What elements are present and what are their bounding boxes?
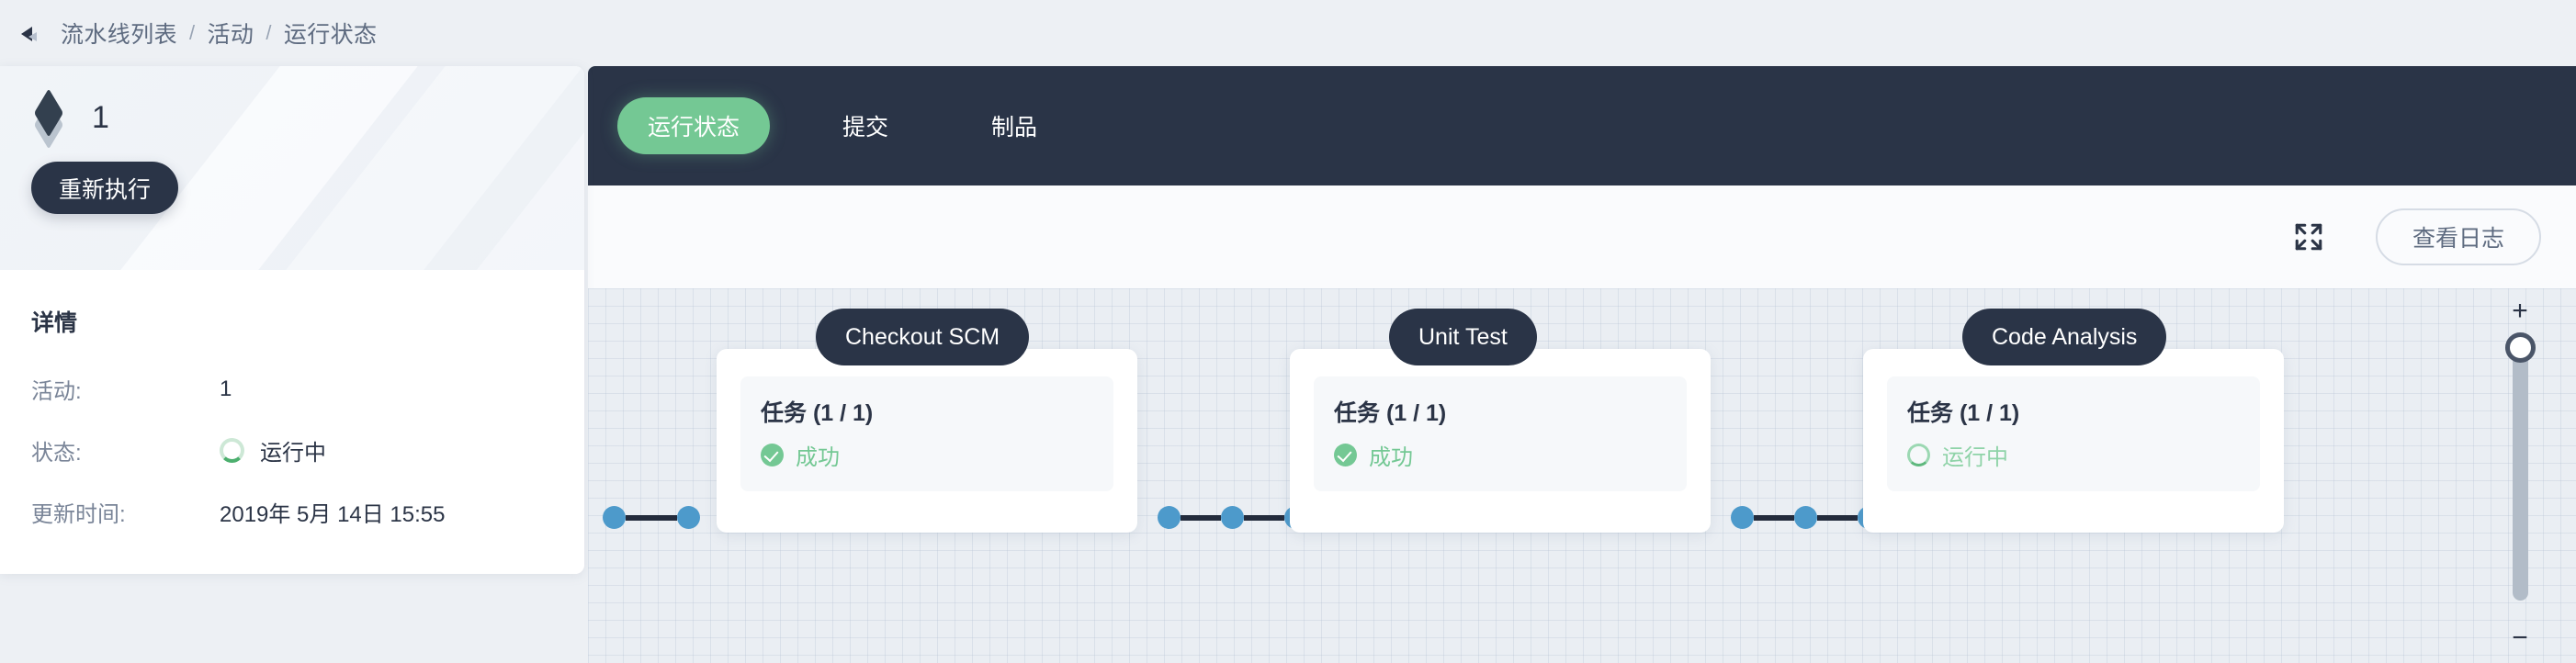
details-heading: 详情 — [31, 310, 78, 336]
summary-card-body: 详情 活动: 1 状态: 运行中 更新时间: 2019年 5月 14日 15:5… — [0, 270, 584, 574]
stage-label[interactable]: Checkout SCM — [816, 309, 1030, 365]
zoom-slider-track[interactable] — [2504, 332, 2536, 601]
tab-artifacts[interactable]: 制品 — [961, 97, 1068, 154]
job-status-text: 成功 — [1369, 445, 1413, 470]
detail-value-status: 运行中 — [260, 441, 326, 466]
detail-label-updated-time: 更新时间: — [31, 502, 126, 527]
layers-icon-top — [34, 88, 63, 138]
expand-fullscreen-icon[interactable] — [2293, 221, 2324, 253]
detail-value-status-wrap: 运行中 — [220, 434, 326, 466]
check-circle-icon — [1334, 444, 1357, 466]
job-status: 运行中 — [1907, 439, 2240, 471]
stage-label[interactable]: Unit Test — [1389, 309, 1537, 365]
pipeline-stage-code-analysis: Code Analysis 任务 (1 / 1) 运行中 — [1863, 309, 2284, 533]
connector-stage1-stage2 — [1158, 506, 1307, 529]
view-log-button[interactable]: 查看日志 — [2375, 208, 2541, 265]
stage-label[interactable]: Code Analysis — [1962, 309, 2167, 365]
breadcrumb-item-run-status[interactable]: 运行状态 — [284, 17, 378, 50]
stage-card[interactable]: 任务 (1 / 1) 运行中 — [1863, 349, 2284, 533]
job-status: 成功 — [1334, 439, 1666, 471]
layers-icon — [31, 88, 72, 150]
detail-label-activity: 活动: — [31, 379, 82, 404]
rerun-button[interactable]: 重新执行 — [31, 162, 179, 214]
main-layout: 1 重新执行 详情 活动: 1 状态: 运行中 更新时间: 2019年 5月 1… — [0, 66, 2576, 663]
detail-value-activity: 1 — [220, 376, 232, 401]
connector-line — [626, 514, 677, 521]
tab-run-status[interactable]: 运行状态 — [617, 97, 771, 154]
job-title: 任务 (1 / 1) — [761, 400, 874, 426]
back-arrow-tail — [28, 32, 37, 41]
breadcrumb-separator: / — [266, 21, 272, 44]
connector-dot — [603, 506, 626, 529]
breadcrumb-item-activity[interactable]: 活动 — [208, 17, 254, 50]
connector-start — [603, 506, 700, 529]
running-spinner-icon — [1907, 444, 1930, 466]
graph-toolbar: 查看日志 — [588, 185, 2576, 288]
zoom-out-button[interactable]: − — [2512, 624, 2528, 652]
connector-dot — [1158, 506, 1181, 529]
breadcrumb: 流水线列表 / 活动 / 运行状态 — [61, 17, 377, 50]
job-box[interactable]: 任务 (1 / 1) 运行中 — [1887, 376, 2260, 491]
connector-stage2-stage3 — [1731, 506, 1881, 529]
sidebar-column: 1 重新执行 详情 活动: 1 状态: 运行中 更新时间: 2019年 5月 1… — [0, 66, 588, 663]
connector-line — [1181, 514, 1221, 521]
job-box[interactable]: 任务 (1 / 1) 成功 — [1314, 376, 1687, 491]
tab-commits[interactable]: 提交 — [812, 97, 919, 154]
summary-card-header: 1 重新执行 — [0, 66, 584, 270]
pipeline-stage-checkout-scm: Checkout SCM 任务 (1 / 1) 成功 — [717, 309, 1137, 533]
stage-card[interactable]: 任务 (1 / 1) 成功 — [1290, 349, 1711, 533]
page-title: 1 — [92, 99, 109, 135]
stage-card[interactable]: 任务 (1 / 1) 成功 — [717, 349, 1137, 533]
detail-value-updated-time: 2019年 5月 14日 15:55 — [220, 502, 446, 527]
job-status-text: 运行中 — [1942, 445, 2008, 470]
zoom-in-button[interactable]: + — [2512, 298, 2528, 325]
detail-row-updated-time: 更新时间: 2019年 5月 14日 15:55 — [31, 496, 553, 528]
back-arrow-icon[interactable] — [17, 17, 48, 49]
job-status: 成功 — [761, 439, 1093, 471]
check-circle-icon — [761, 444, 784, 466]
connector-line — [1244, 514, 1284, 521]
pipeline-title-row: 1 — [31, 88, 584, 150]
detail-label-status: 状态: — [31, 441, 82, 466]
detail-row-activity: 活动: 1 — [31, 373, 553, 405]
zoom-control: + − — [2499, 298, 2541, 652]
breadcrumb-separator: / — [189, 21, 196, 44]
pipeline-summary-card: 1 重新执行 详情 活动: 1 状态: 运行中 更新时间: 2019年 5月 1… — [0, 66, 584, 574]
connector-dot — [1794, 506, 1817, 529]
connector-dot — [1221, 506, 1244, 529]
connector-line — [1817, 514, 1858, 521]
job-box[interactable]: 任务 (1 / 1) 成功 — [740, 376, 1113, 491]
detail-row-status: 状态: 运行中 — [31, 434, 553, 466]
breadcrumb-item-pipeline-list[interactable]: 流水线列表 — [61, 17, 177, 50]
running-spinner-icon — [220, 438, 244, 463]
zoom-slider-handle[interactable] — [2504, 332, 2536, 363]
pipeline-graph: Checkout SCM 任务 (1 / 1) 成功 Unit Test 任务 … — [588, 288, 2576, 663]
connector-dot — [1731, 506, 1754, 529]
job-title: 任务 (1 / 1) — [1334, 400, 1447, 426]
job-title: 任务 (1 / 1) — [1907, 400, 2020, 426]
pipeline-graph-canvas[interactable]: Checkout SCM 任务 (1 / 1) 成功 Unit Test 任务 … — [588, 288, 2576, 663]
connector-line — [1754, 514, 1794, 521]
connector-dot — [677, 506, 700, 529]
content-column: 运行状态 提交 制品 查看日志 Checkout SCM 任务 (1 / 1) … — [588, 66, 2576, 663]
job-status-text: 成功 — [796, 445, 840, 470]
breadcrumb-bar: 流水线列表 / 活动 / 运行状态 — [0, 0, 2576, 66]
pipeline-stage-unit-test: Unit Test 任务 (1 / 1) 成功 — [1290, 309, 1711, 533]
tab-bar: 运行状态 提交 制品 — [588, 66, 2576, 185]
